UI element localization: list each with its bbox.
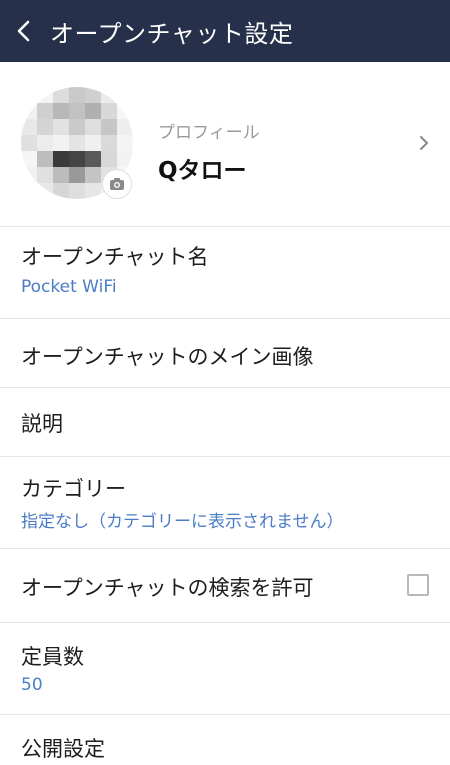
chevron-right-icon	[420, 136, 428, 150]
back-button[interactable]	[0, 0, 48, 62]
profile-name: Qタロー	[158, 158, 247, 184]
setting-row-search-permission[interactable]: オープンチャットの検索を許可	[0, 548, 450, 622]
camera-icon	[110, 178, 124, 190]
search-permission-checkbox[interactable]	[407, 574, 429, 596]
setting-title: オープンチャットのメイン画像	[21, 345, 314, 369]
setting-title: 公開設定	[21, 737, 105, 761]
chevron-left-icon	[17, 20, 30, 42]
profile-text: プロフィール Qタロー	[158, 118, 260, 185]
setting-row-category[interactable]: カテゴリー 指定なし（カテゴリーに表示されません）	[0, 456, 450, 548]
setting-title: オープンチャットの検索を許可	[21, 576, 314, 600]
change-photo-button[interactable]	[102, 169, 132, 199]
setting-row-capacity[interactable]: 定員数 50	[0, 622, 450, 714]
setting-value: 指定なし（カテゴリーに表示されません）	[21, 512, 344, 532]
setting-value: Pocket WiFi	[21, 277, 117, 297]
header-bar: オープンチャット設定	[0, 0, 450, 62]
setting-title: 定員数	[21, 645, 84, 669]
setting-title: カテゴリー	[21, 477, 126, 501]
setting-row-description[interactable]: 説明	[0, 387, 450, 456]
setting-title: 説明	[21, 412, 63, 436]
setting-row-openchat-name[interactable]: オープンチャット名 Pocket WiFi	[0, 226, 450, 318]
setting-row-main-image[interactable]: オープンチャットのメイン画像	[0, 318, 450, 387]
profile-row[interactable]: プロフィール Qタロー	[0, 62, 450, 226]
setting-row-visibility[interactable]: 公開設定	[0, 714, 450, 765]
profile-label: プロフィール	[158, 123, 260, 143]
page-title: オープンチャット設定	[50, 19, 294, 48]
setting-title: オープンチャット名	[21, 245, 209, 269]
setting-value: 50	[21, 675, 43, 695]
